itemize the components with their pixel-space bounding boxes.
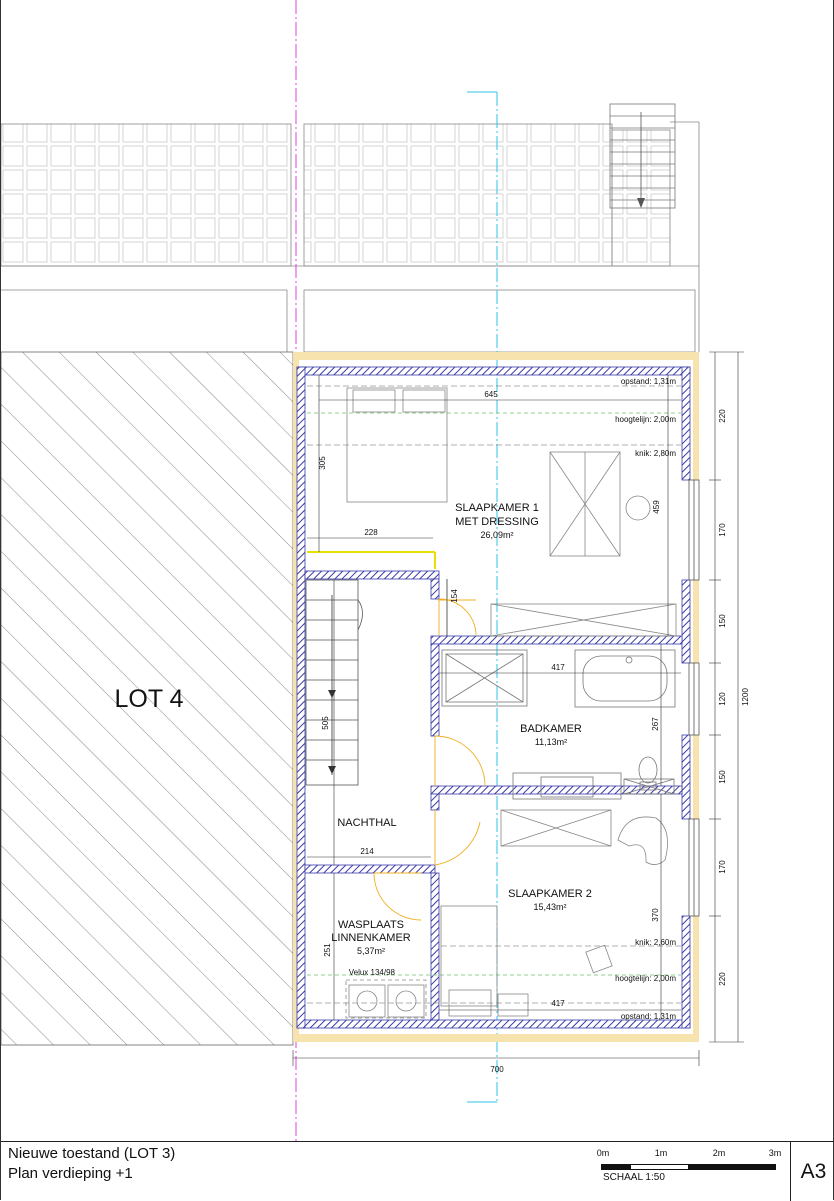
- knik-bottom: knik: 2,60m: [635, 938, 676, 947]
- drawing-title: Nieuwe toestand (LOT 3): [8, 1145, 176, 1162]
- room-wasplaats-name: WASPLAATS: [338, 919, 404, 931]
- dim-right-150a: 150: [718, 614, 727, 628]
- room-wasplaats-area: 5,37m²: [357, 946, 385, 956]
- lot-4-label: LOT 4: [114, 685, 183, 713]
- room-slaapkamer-2-name: SLAAPKAMER 2: [508, 888, 592, 900]
- hoogtelijn-top: hoogtelijn: 2,00m: [615, 415, 676, 424]
- room-slaapkamer-1-name: SLAAPKAMER 1: [455, 502, 539, 514]
- knik-top: knik: 2,80m: [635, 449, 676, 458]
- title-block: Nieuwe toestand (LOT 3) Plan verdieping …: [1, 1141, 834, 1201]
- hoogtelijn-bottom: hoogtelijn: 2,00m: [615, 974, 676, 983]
- dim-700: 700: [490, 1065, 504, 1074]
- dim-505: 505: [321, 716, 330, 730]
- scale-tick-0: 0m: [596, 1148, 610, 1158]
- dim-417-bottom: 417: [551, 999, 565, 1008]
- laundry-fixtures: [345, 979, 427, 1019]
- dim-right-150b: 150: [718, 770, 727, 784]
- drawing-subtitle: Plan verdieping +1: [8, 1165, 133, 1182]
- room-badkamer-name: BADKAMER: [520, 723, 582, 735]
- dim-459: 459: [652, 500, 661, 514]
- opstand-top: opstand: 1,31m: [621, 377, 676, 386]
- room-slaapkamer-2-area: 15,43m²: [533, 902, 566, 912]
- floor-plan: LOT 4 SLAAPKAMER 1 MET DRESSING 26,09m² …: [0, 0, 750, 1141]
- neighbour-terrace: [0, 121, 700, 353]
- dim-305: 305: [318, 456, 327, 470]
- sheet-size: A3: [790, 1142, 834, 1201]
- dim-right-170b: 170: [718, 860, 727, 874]
- room-wasplaats-name2: LINNENKAMER: [331, 932, 411, 944]
- bedroom-2-furniture: [440, 809, 668, 1017]
- velux-label: Velux 134/98: [349, 968, 396, 977]
- dim-214: 214: [360, 847, 374, 856]
- scale-tick-1: 1m: [654, 1148, 668, 1158]
- drawing-sheet: LOT 4 SLAAPKAMER 1 MET DRESSING 26,09m² …: [0, 0, 834, 1201]
- room-labels: SLAAPKAMER 1 MET DRESSING 26,09m² BADKAM…: [331, 502, 592, 956]
- dim-645: 645: [484, 390, 498, 399]
- dim-370: 370: [651, 908, 660, 922]
- scale-bar: 0m 1m 2m 3m SCHAAL 1:50: [593, 1145, 785, 1197]
- room-slaapkamer-1-area: 26,09m²: [480, 530, 513, 540]
- bottom-dimension: [292, 1050, 700, 1066]
- dim-right-total: 1200: [741, 688, 750, 706]
- dim-right-170a: 170: [718, 523, 727, 537]
- windows: [688, 479, 700, 917]
- dim-154: 154: [450, 589, 459, 603]
- room-nachthal-name: NACHTHAL: [337, 817, 396, 829]
- scale-tick-3: 3m: [768, 1148, 782, 1158]
- dim-228: 228: [364, 528, 378, 537]
- scale-caption: SCHAAL 1:50: [603, 1172, 665, 1183]
- room-slaapkamer-1-name2: MET DRESSING: [455, 516, 539, 528]
- dim-417-top: 417: [551, 663, 565, 672]
- room-badkamer-area: 11,13m²: [535, 737, 567, 747]
- dim-267: 267: [651, 717, 660, 731]
- dim-right-220b: 220: [718, 972, 727, 986]
- dim-251: 251: [323, 943, 332, 957]
- opstand-bottom: opstand: 1,31m: [621, 1012, 676, 1021]
- height-guides: [307, 412, 681, 976]
- dim-right-220a: 220: [718, 409, 727, 423]
- scale-tick-2: 2m: [712, 1148, 726, 1158]
- dim-right-120: 120: [718, 692, 727, 706]
- scale-bar-graphic: [601, 1164, 776, 1170]
